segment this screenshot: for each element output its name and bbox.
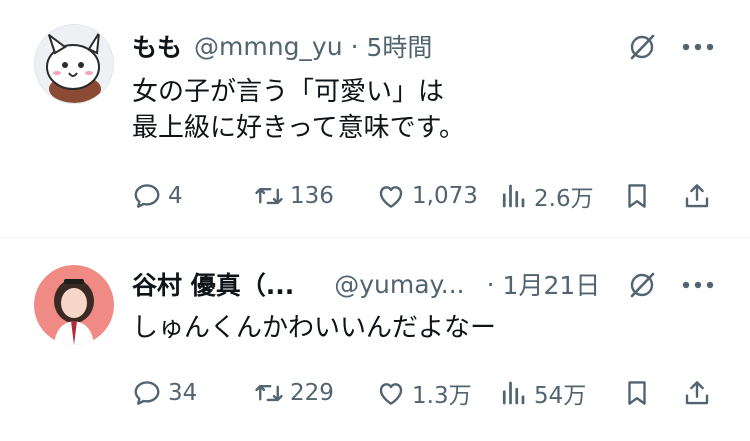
share-upload-icon <box>685 184 709 208</box>
tweet-text: しゅんくんかわいいんだよなー <box>132 310 496 346</box>
tweet-text-line: しゅんくんかわいいんだよなー <box>132 313 497 343</box>
separator-dot: · <box>486 269 495 299</box>
avatar[interactable] <box>34 265 114 345</box>
reply-button[interactable]: 4 <box>132 178 183 214</box>
reply-count: 34 <box>168 380 198 406</box>
reply-count: 4 <box>168 183 183 209</box>
repost-arrows-icon <box>255 187 283 205</box>
bar-chart-icon <box>502 381 525 405</box>
more-dots-icon[interactable] <box>681 42 715 52</box>
views-button[interactable]: 54万 <box>498 375 586 411</box>
tweet-header: 谷村 優真（... @yumay... · 1月21日 <box>132 266 630 302</box>
speech-bubble-icon <box>134 381 160 405</box>
view-count: 2.6万 <box>534 186 594 212</box>
repost-count: 229 <box>290 380 334 406</box>
action-bar: 4 136 1,073 2.6万 <box>132 178 722 214</box>
tweet-text: 女の子が言う「可愛い」は 最上級に好きって意味です。 <box>132 74 465 146</box>
timestamp[interactable]: 1月21日 <box>503 266 601 302</box>
views-button[interactable]: 2.6万 <box>498 178 594 214</box>
repost-arrows-icon <box>255 384 283 402</box>
heart-icon <box>379 186 403 208</box>
display-name[interactable]: もも <box>132 28 182 64</box>
repost-count: 136 <box>290 183 334 209</box>
timestamp[interactable]: 5時間 <box>367 28 433 64</box>
user-handle[interactable]: @yumay... <box>334 270 464 299</box>
avatar[interactable] <box>34 24 114 104</box>
bar-chart-icon <box>502 184 525 208</box>
tweet-2[interactable]: 谷村 優真（... @yumay... · 1月21日 しゅんくんかわいいんだよ… <box>0 238 750 441</box>
grok-slash-circle-icon[interactable] <box>628 33 656 61</box>
like-button[interactable]: 1.3万 <box>376 375 472 411</box>
repost-button[interactable]: 136 <box>254 178 334 214</box>
tweet-text-line: 女の子が言う「可愛い」は <box>132 77 445 107</box>
like-count: 1.3万 <box>412 383 472 409</box>
bookmark-button[interactable] <box>622 178 652 214</box>
action-bar: 34 229 1.3万 54万 <box>132 375 722 411</box>
bookmark-button[interactable] <box>622 375 652 411</box>
share-button[interactable] <box>682 178 712 214</box>
bookmark-icon <box>628 184 646 208</box>
share-button[interactable] <box>682 375 712 411</box>
repost-button[interactable]: 229 <box>254 375 334 411</box>
display-name[interactable]: 谷村 優真（... <box>132 266 294 302</box>
like-button[interactable]: 1,073 <box>376 178 478 214</box>
separator-dot: · <box>350 31 359 61</box>
cat-avatar-illustration <box>35 25 113 103</box>
user-handle[interactable]: @mmng_yu <box>194 32 343 61</box>
tweet-header: もも @mmng_yu · 5時間 <box>132 28 630 64</box>
bookmark-icon <box>628 381 646 405</box>
grok-slash-circle-icon[interactable] <box>628 271 656 299</box>
person-avatar-photo <box>34 265 114 345</box>
heart-icon <box>379 383 403 405</box>
more-dots-icon[interactable] <box>681 280 715 290</box>
speech-bubble-icon <box>134 184 160 208</box>
reply-button[interactable]: 34 <box>132 375 197 411</box>
like-count: 1,073 <box>412 183 478 209</box>
tweet-text-line: 最上級に好きって意味です。 <box>132 113 466 143</box>
view-count: 54万 <box>534 383 587 409</box>
share-upload-icon <box>685 381 709 405</box>
tweet-1[interactable]: もも @mmng_yu · 5時間 女の子が言う「可愛い」は 最上級に好きって意… <box>0 0 750 238</box>
